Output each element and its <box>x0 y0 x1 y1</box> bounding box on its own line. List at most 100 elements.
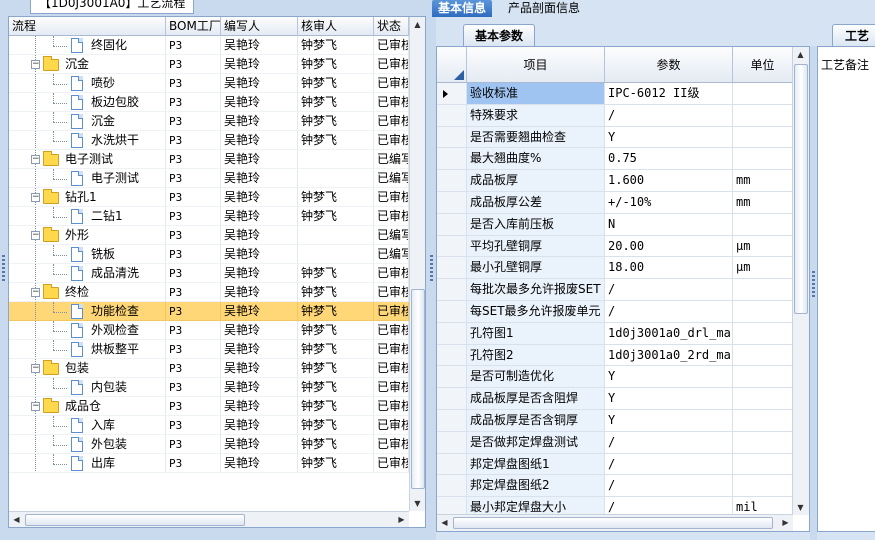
param-row[interactable]: 是否做邦定焊盘测试 / <box>437 431 793 454</box>
param-value-cell[interactable]: Y <box>605 409 733 432</box>
row-indicator[interactable] <box>437 213 467 236</box>
param-row[interactable]: 最大翘曲度% 0.75 <box>437 148 793 171</box>
param-row[interactable]: 平均孔壁铜厚 20.00 μm <box>437 235 793 258</box>
param-unit-cell[interactable] <box>733 366 793 389</box>
param-unit-cell[interactable] <box>733 409 793 432</box>
row-indicator[interactable] <box>437 453 467 476</box>
collapse-toggle-icon[interactable]: − <box>31 364 40 373</box>
collapse-toggle-icon[interactable]: − <box>31 60 40 69</box>
tree-step-row[interactable]: 铣板 P3吴艳玲 已编写 <box>9 245 409 264</box>
param-value-cell[interactable]: 1.600 <box>605 170 733 192</box>
collapse-toggle-icon[interactable]: − <box>31 402 40 411</box>
tree-step-row[interactable]: 功能检查 P3吴艳玲钟梦飞已审核 <box>9 302 409 321</box>
collapse-toggle-icon[interactable]: − <box>31 155 40 164</box>
left-horizontal-scrollbar[interactable]: ◀ ▶ <box>9 511 409 527</box>
param-value-cell[interactable]: / <box>605 431 733 454</box>
params-vertical-scroll-thumb[interactable] <box>794 64 808 314</box>
param-unit-cell[interactable] <box>733 431 793 454</box>
tree-step-row[interactable]: 烘板整平 P3吴艳玲钟梦飞已审核 <box>9 340 409 359</box>
param-row[interactable]: 成品板厚公差 +/-10% mm <box>437 191 793 214</box>
param-value-cell[interactable]: 20.00 <box>605 235 733 258</box>
tree-step-row[interactable]: 喷砂 P3吴艳玲钟梦飞已审核 <box>9 74 409 93</box>
scroll-left-arrow-icon[interactable]: ◀ <box>437 515 452 530</box>
param-row[interactable]: 是否入库前压板 N <box>437 213 793 236</box>
tree-step-row[interactable]: 沉金 P3吴艳玲钟梦飞已审核 <box>9 112 409 131</box>
row-indicator[interactable] <box>437 388 467 410</box>
tree-step-row[interactable]: 水洗烘干 P3吴艳玲钟梦飞已审核 <box>9 131 409 150</box>
param-unit-cell[interactable] <box>733 388 793 410</box>
param-row[interactable]: 验收标准 IPC-6012 II级 <box>437 83 793 105</box>
row-indicator[interactable] <box>437 83 467 105</box>
param-unit-cell[interactable]: mm <box>733 191 793 214</box>
column-header-writer[interactable]: 编写人 <box>221 17 298 36</box>
param-value-cell[interactable]: Y <box>605 126 733 149</box>
params-horizontal-scrollbar[interactable]: ◀ ▶ <box>437 514 793 531</box>
column-header-item[interactable]: 项目 <box>467 47 605 83</box>
left-horizontal-scroll-thumb[interactable] <box>25 514 245 526</box>
tree-step-row[interactable]: 终固化 P3吴艳玲钟梦飞已审核 <box>9 36 409 55</box>
row-indicator[interactable] <box>437 366 467 389</box>
column-header-param[interactable]: 参数 <box>605 47 733 83</box>
param-unit-cell[interactable] <box>733 344 793 367</box>
param-value-cell[interactable]: Y <box>605 388 733 410</box>
params-horizontal-scroll-thumb[interactable] <box>453 517 773 529</box>
scroll-up-arrow-icon[interactable]: ▲ <box>410 17 425 32</box>
param-row[interactable]: 邦定焊盘图纸1/ <box>437 453 793 476</box>
row-indicator[interactable] <box>437 279 467 301</box>
tree-step-row[interactable]: 出库 P3吴艳玲钟梦飞已审核 <box>9 454 409 473</box>
tree-step-row[interactable]: 入库 P3吴艳玲钟梦飞已审核 <box>9 416 409 435</box>
row-indicator[interactable] <box>437 409 467 432</box>
row-indicator[interactable] <box>437 235 467 258</box>
left-vertical-scroll-thumb[interactable] <box>411 289 425 489</box>
tree-group-row[interactable]: − 外形 P3吴艳玲 已编写 <box>9 226 409 245</box>
tree-step-row[interactable]: 二钻1 P3吴艳玲钟梦飞已审核 <box>9 207 409 226</box>
param-value-cell[interactable]: 1d0j3001a0_2rd_ma... <box>605 344 733 367</box>
tree-step-row[interactable]: 电子测试 P3吴艳玲 已编写 <box>9 169 409 188</box>
param-unit-cell[interactable] <box>733 126 793 149</box>
param-unit-cell[interactable] <box>733 322 793 345</box>
param-row[interactable]: 每SET最多允许报废单元 / <box>437 300 793 323</box>
tree-step-row[interactable]: 外观检查 P3吴艳玲钟梦飞已审核 <box>9 321 409 340</box>
param-row[interactable]: 孔符图11d0j3001a0_drl_ma... <box>437 322 793 345</box>
column-header-auditor[interactable]: 核审人 <box>298 17 374 36</box>
param-row[interactable]: 成品板厚是否含阻焊 Y <box>437 388 793 410</box>
param-value-cell[interactable]: / <box>605 279 733 301</box>
collapse-toggle-icon[interactable]: − <box>31 193 40 202</box>
param-row[interactable]: 成品板厚是否含铜厚 Y <box>437 409 793 432</box>
param-unit-cell[interactable]: μm <box>733 257 793 280</box>
row-indicator[interactable] <box>437 170 467 192</box>
tree-step-row[interactable]: 成品清洗 P3吴艳玲钟梦飞已审核 <box>9 264 409 283</box>
scroll-up-arrow-icon[interactable]: ▲ <box>793 47 808 62</box>
left-grip[interactable] <box>2 255 5 283</box>
tree-group-row[interactable]: − 成品仓 P3吴艳玲钟梦飞已审核 <box>9 397 409 416</box>
collapse-toggle-icon[interactable]: − <box>31 288 40 297</box>
param-row[interactable]: 特殊要求 / <box>437 104 793 127</box>
param-value-cell[interactable]: / <box>605 453 733 476</box>
column-header-status[interactable]: 状态 <box>374 17 409 36</box>
row-indicator[interactable] <box>437 104 467 127</box>
param-value-cell[interactable]: / <box>605 475 733 498</box>
row-indicator[interactable] <box>437 300 467 323</box>
param-unit-cell[interactable]: μm <box>733 235 793 258</box>
param-value-cell[interactable]: / <box>605 104 733 127</box>
column-header-bom[interactable]: BOM工厂 <box>166 17 221 36</box>
param-unit-cell[interactable] <box>733 104 793 127</box>
scroll-right-arrow-icon[interactable]: ▶ <box>394 512 409 527</box>
row-indicator[interactable] <box>437 126 467 149</box>
tree-group-row[interactable]: − 终检 P3吴艳玲钟梦飞已审核 <box>9 283 409 302</box>
scroll-down-arrow-icon[interactable]: ▼ <box>410 496 425 511</box>
param-row[interactable]: 邦定焊盘图纸2/ <box>437 475 793 498</box>
param-unit-cell[interactable]: mm <box>733 170 793 192</box>
tree-group-row[interactable]: − 电子测试 P3吴艳玲 已编写 <box>9 150 409 169</box>
splitter-grip[interactable] <box>430 255 433 283</box>
tab-craft[interactable]: 工艺 <box>832 24 875 46</box>
column-header-unit[interactable]: 单位 <box>733 47 793 83</box>
param-value-cell[interactable]: 0.75 <box>605 148 733 171</box>
param-value-cell[interactable]: Y <box>605 366 733 389</box>
row-indicator[interactable] <box>437 475 467 498</box>
param-value-cell[interactable]: +/-10% <box>605 191 733 214</box>
tree-step-row[interactable]: 外包装 P3吴艳玲钟梦飞已审核 <box>9 435 409 454</box>
row-indicator[interactable] <box>437 191 467 214</box>
param-value-cell[interactable]: 1d0j3001a0_drl_ma... <box>605 322 733 345</box>
param-row[interactable]: 是否可制造优化 Y <box>437 366 793 389</box>
